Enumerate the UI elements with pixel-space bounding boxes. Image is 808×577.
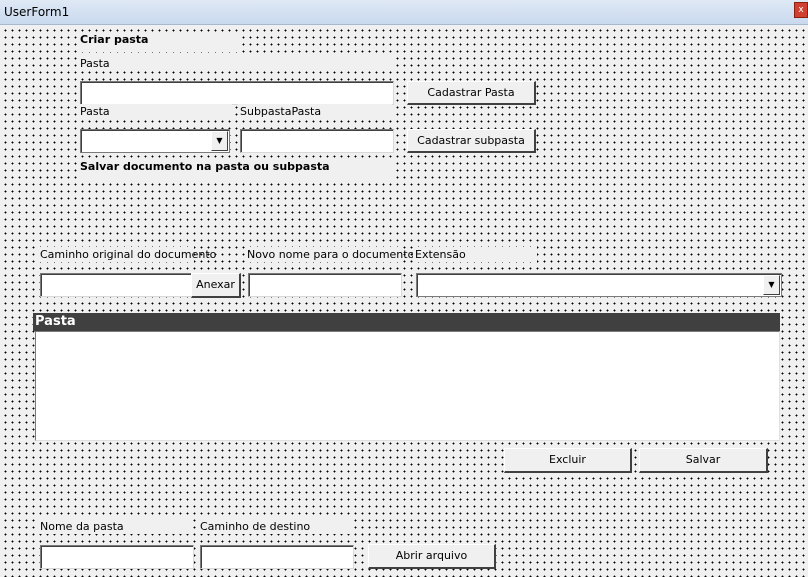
salvar-button[interactable]: Salvar [639,448,768,473]
excluir-button[interactable]: Excluir [504,448,632,473]
novo-nome-label: Novo nome para o documento [245,247,415,262]
chevron-down-icon[interactable]: ▼ [211,131,228,151]
title-bar: UserForm1 x [0,0,808,25]
pasta-list-header: Pasta [33,313,780,331]
pasta-listbox[interactable] [35,331,780,441]
cadastrar-subpasta-button[interactable]: Cadastrar subpasta [407,129,536,153]
novo-nome-input[interactable] [248,273,402,297]
nome-pasta-label: Nome da pasta [38,519,192,534]
nome-pasta-input[interactable] [40,545,194,569]
extensao-combobox[interactable]: ▼ [416,273,782,297]
subpasta-label: SubpastaPasta [238,104,392,119]
criar-pasta-heading: Criar pasta [78,32,240,52]
form-canvas: Criar pasta Pasta Cadastrar Pasta Pasta … [0,25,808,577]
salvar-heading: Salvar documento na pasta ou subpasta [78,159,392,179]
subpasta-input[interactable] [240,129,394,153]
cadastrar-pasta-button[interactable]: Cadastrar Pasta [407,81,536,105]
pasta-combobox[interactable]: ▼ [80,129,230,153]
anexar-button[interactable]: Anexar [191,273,241,298]
abrir-arquivo-button[interactable]: Abrir arquivo [368,544,496,569]
window-title: UserForm1 [4,5,70,19]
caminho-destino-input[interactable] [200,545,354,569]
pasta-input[interactable] [80,81,394,105]
pasta-label: Pasta [78,56,392,71]
close-icon[interactable]: x [794,2,808,18]
caminho-original-label: Caminho original do documento [38,247,217,262]
pasta-combo-label: Pasta [78,104,232,119]
caminho-destino-label: Caminho de destino [198,519,352,534]
caminho-original-input[interactable] [40,273,194,297]
chevron-down-icon[interactable]: ▼ [763,275,780,295]
extensao-label: Extensão [413,247,537,262]
